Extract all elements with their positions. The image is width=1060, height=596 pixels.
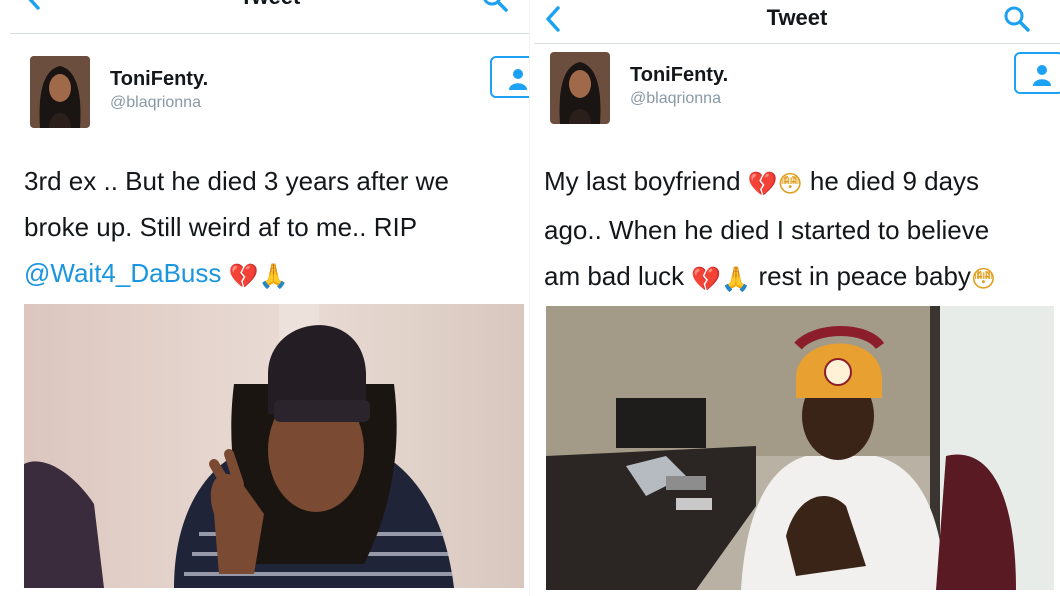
nav-title: Tweet [766, 5, 828, 30]
user-handle[interactable]: @blaqrionna [630, 90, 721, 108]
top-nav-bar: Tweet [534, 0, 1060, 44]
tweet-text-segment: My last boyfriend [544, 166, 741, 196]
broken-heart-icon: 💔 [747, 170, 778, 198]
flushed-face-icon: 😳 [777, 170, 803, 198]
tweet-text-segment: he died 9 days [809, 166, 980, 196]
tweet-text: 3rd ex .. But he died 3 years after we b… [24, 158, 449, 299]
tweet-screenshot-left: Tweet ToniFenty. @blaqrionna 3rd ex .. B… [0, 0, 530, 596]
display-name[interactable]: ToniFenty. [630, 64, 728, 87]
tweet-line: My last boyfriend 💔😳 he died 9 days [544, 158, 996, 207]
tweet-text: My last boyfriend 💔😳 he died 9 days ago.… [544, 158, 996, 302]
tweet-line: broke up. Still weird af to me.. RIP [24, 212, 418, 242]
tweet-line: @Wait4_DaBuss 💔🙏 [24, 250, 449, 299]
praying-hands-icon: 🙏 [258, 262, 289, 290]
avatar[interactable] [550, 52, 610, 124]
tweet-photo[interactable] [24, 304, 524, 588]
praying-hands-icon: 🙏 [721, 265, 752, 293]
follow-button[interactable] [1014, 52, 1060, 94]
tweet-line: 3rd ex .. But he died 3 years after we [24, 166, 449, 196]
broken-heart-icon: 💔 [228, 262, 259, 290]
tweet-photo[interactable] [546, 306, 1054, 590]
broken-heart-icon: 💔 [691, 265, 722, 293]
tweet-text-segment: rest in peace baby [758, 261, 971, 291]
tweet-line: am bad luck 💔🙏 rest in peace baby😳 [544, 253, 996, 302]
user-handle[interactable]: @blaqrionna [110, 94, 201, 112]
avatar[interactable] [30, 56, 90, 128]
top-nav-bar: Tweet [10, 0, 530, 34]
person-icon [509, 69, 527, 90]
search-icon[interactable] [1002, 4, 1032, 34]
flushed-face-icon: 😳 [970, 265, 996, 293]
tweet-text-segment: am bad luck [544, 261, 685, 291]
nav-title: Tweet [10, 0, 530, 10]
display-name[interactable]: ToniFenty. [110, 68, 208, 91]
tweet-screenshot-right: Tweet ToniFenty. @blaqrionna My last boy… [530, 0, 1060, 596]
follow-button[interactable] [490, 56, 530, 98]
tweet-line: ago.. When he died I started to believe [544, 215, 990, 245]
person-icon [1033, 65, 1051, 86]
mention-link[interactable]: @Wait4_DaBuss [24, 258, 221, 288]
search-icon[interactable] [480, 0, 510, 14]
